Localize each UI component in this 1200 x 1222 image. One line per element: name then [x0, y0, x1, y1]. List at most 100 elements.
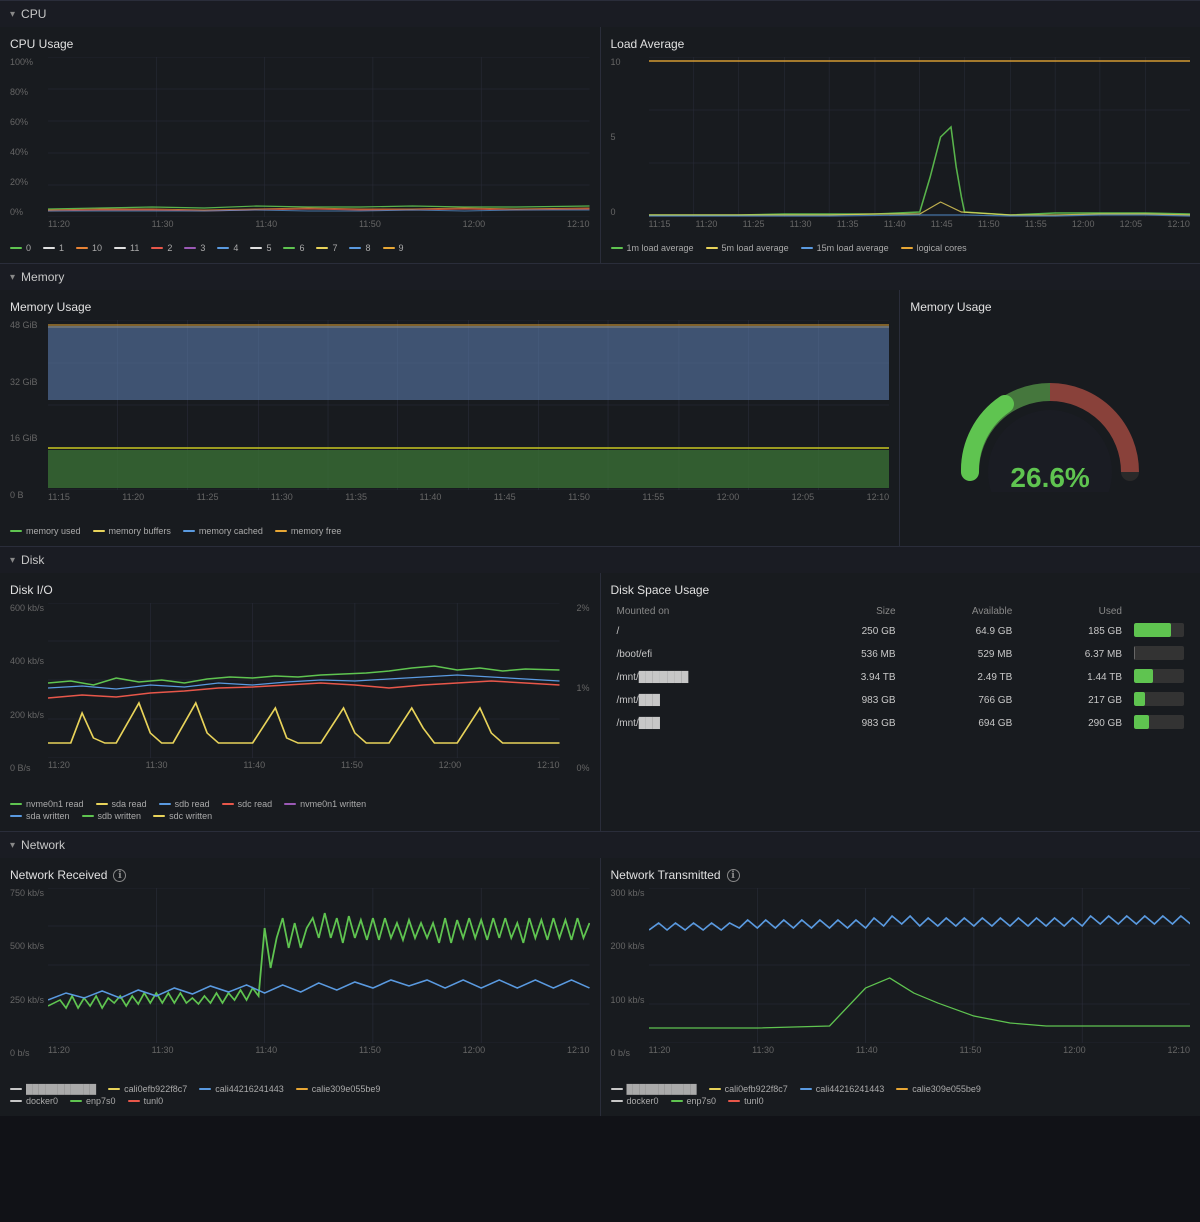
- legend-nr-calie: calie309e055be9: [296, 1084, 381, 1094]
- cpu-section-title: CPU: [21, 7, 46, 21]
- memory-usage-chart-title: Memory Usage: [10, 300, 889, 314]
- memory-chevron-icon: ▾: [10, 272, 15, 283]
- net-tx-svg-wrapper: [649, 888, 1191, 1043]
- network-panel-grid: Network Received ℹ 750 kb/s 500 kb/s 250…: [0, 858, 1200, 1116]
- legend-item-7: 7: [316, 243, 337, 253]
- disk-section-header[interactable]: ▾ Disk: [0, 546, 1200, 573]
- legend-color-7: [316, 247, 328, 249]
- disk-io-panel: Disk I/O 600 kb/s 400 kb/s 200 kb/s 0 B/…: [0, 573, 600, 831]
- net-tx-x-labels: 11:20 11:30 11:40 11:50 12:00 12:10: [611, 1045, 1191, 1055]
- legend-tx-calie: calie309e055be9: [896, 1084, 981, 1094]
- cpu-section-header[interactable]: ▾ CPU: [0, 0, 1200, 27]
- disk-io-legend1: nvme0n1 read sda read sdb read sdc read …: [10, 799, 590, 809]
- cpu-usage-x-labels: 11:20 11:30 11:40 11:50 12:00 12:10: [10, 219, 590, 229]
- disk-io-title: Disk I/O: [10, 583, 590, 597]
- legend-color-15m: [801, 247, 813, 249]
- cpu-chevron-icon: ▾: [10, 9, 15, 20]
- disk-io-svg: [48, 603, 560, 758]
- net-received-y-labels: 750 kb/s 500 kb/s 250 kb/s 0 b/s: [10, 888, 48, 1058]
- memory-x-labels: 11:15 11:20 11:25 11:30 11:35 11:40 11:4…: [10, 492, 889, 502]
- legend-sda-read: sda read: [96, 799, 147, 809]
- gauge-value: 26.6%: [1010, 462, 1089, 494]
- legend-nr-tunl: tunl0: [128, 1096, 164, 1106]
- memory-gauge-title: Memory Usage: [910, 300, 1190, 314]
- gauge-container: 26.6%: [950, 320, 1150, 536]
- net-tx-chart: 300 kb/s 200 kb/s 100 kb/s 0 b/s: [611, 888, 1191, 1078]
- memory-svg-wrapper: [48, 320, 889, 490]
- legend-color-3: [184, 247, 196, 249]
- net-received-legend-row2: docker0 enp7s0 tunl0: [10, 1096, 590, 1106]
- legend-color-2: [151, 247, 163, 249]
- legend-sda-written: sda written: [10, 811, 70, 821]
- memory-legend: memory used memory buffers memory cached…: [10, 526, 889, 536]
- cpu-panel-grid: CPU Usage 100% 80% 60% 40% 20% 0%: [0, 27, 1200, 263]
- disk-io-y2-labels: 2% 1% 0%: [560, 603, 590, 773]
- cpu-usage-panel: CPU Usage 100% 80% 60% 40% 20% 0%: [0, 27, 600, 263]
- net-received-legend-row1: ███████████ cali0efb922f8c7 cali44216241…: [10, 1084, 590, 1094]
- disk-space-panel: Disk Space Usage Mounted on Size Availab…: [601, 573, 1200, 831]
- cpu-usage-title: CPU Usage: [10, 37, 590, 51]
- memory-y-labels: 48 GiB 32 GiB 16 GiB 0 B: [10, 320, 48, 500]
- legend-item-10: 10: [76, 243, 102, 253]
- cpu-usage-chart: 100% 80% 60% 40% 20% 0%: [10, 57, 590, 237]
- legend-sdb-read: sdb read: [159, 799, 210, 809]
- memory-usage-chart: 48 GiB 32 GiB 16 GiB 0 B: [10, 320, 889, 520]
- legend-tx-cali4: cali44216241443: [800, 1084, 885, 1094]
- legend-color-1m: [611, 247, 623, 249]
- legend-color-mem-buffers: [93, 530, 105, 532]
- network-section-header[interactable]: ▾ Network: [0, 831, 1200, 858]
- disk-io-chart: 600 kb/s 400 kb/s 200 kb/s 0 B/s 2% 1% 0…: [10, 603, 590, 793]
- memory-gauge-panel: Memory Usage 26.6%: [900, 290, 1200, 546]
- net-received-svg: [48, 888, 590, 1043]
- col-size: Size: [797, 603, 901, 620]
- legend-sdc-read: sdc read: [222, 799, 273, 809]
- legend-15m: 15m load average: [801, 243, 889, 253]
- legend-mem-buffers: memory buffers: [93, 526, 171, 536]
- legend-mem-cached: memory cached: [183, 526, 263, 536]
- legend-color-0: [10, 247, 22, 249]
- legend-nr-enp: enp7s0: [70, 1096, 116, 1106]
- legend-color-logical: [901, 247, 913, 249]
- cpu-usage-svg: [48, 57, 590, 217]
- load-average-title: Load Average: [611, 37, 1191, 51]
- cpu-usage-y-labels: 100% 80% 60% 40% 20% 0%: [10, 57, 48, 217]
- legend-item-5: 5: [250, 243, 271, 253]
- load-average-chart: 10 5 0: [611, 57, 1191, 237]
- network-section: ▾ Network Network Received ℹ 750 kb/s 50…: [0, 831, 1200, 1116]
- memory-svg: [48, 320, 889, 490]
- legend-color-9: [383, 247, 395, 249]
- legend-item-9: 9: [383, 243, 404, 253]
- legend-nvme-written: nvme0n1 written: [284, 799, 366, 809]
- legend-item-3: 3: [184, 243, 205, 253]
- disk-io-x-labels: 11:20 11:30 11:40 11:50 12:00 12:10: [10, 760, 590, 770]
- memory-section-header[interactable]: ▾ Memory: [0, 263, 1200, 290]
- network-transmitted-title: Network Transmitted ℹ: [611, 868, 1191, 882]
- legend-color-mem-cached: [183, 530, 195, 532]
- legend-item-0: 0: [10, 243, 31, 253]
- legend-nr-cali4: cali44216241443: [199, 1084, 284, 1094]
- network-transmitted-panel: Network Transmitted ℹ 300 kb/s 200 kb/s …: [601, 858, 1200, 1116]
- legend-sdc-written: sdc written: [153, 811, 212, 821]
- load-average-svg: [649, 57, 1191, 217]
- memory-usage-chart-panel: Memory Usage 48 GiB 32 GiB 16 GiB 0 B: [0, 290, 899, 546]
- col-used: Used: [1018, 603, 1128, 620]
- legend-color-11: [114, 247, 126, 249]
- memory-section: ▾ Memory Memory Usage 48 GiB 32 GiB 16 G…: [0, 263, 1200, 546]
- legend-nr-docker: docker0: [10, 1096, 58, 1106]
- legend-color-6: [283, 247, 295, 249]
- net-tx-legend-row1: ███████████ cali0efb922f8c7 cali44216241…: [611, 1084, 1191, 1094]
- legend-mem-used: memory used: [10, 526, 81, 536]
- legend-color-1: [43, 247, 55, 249]
- cpu-usage-legend: 0 1 10 11 2: [10, 243, 590, 253]
- legend-color-4: [217, 247, 229, 249]
- legend-1m: 1m load average: [611, 243, 694, 253]
- network-chevron-icon: ▾: [10, 840, 15, 851]
- cpu-section: ▾ CPU CPU Usage 100% 80% 60% 40% 20% 0%: [0, 0, 1200, 263]
- load-average-svg-wrapper: [649, 57, 1191, 217]
- legend-tx-enp: enp7s0: [671, 1096, 717, 1106]
- legend-item-4: 4: [217, 243, 238, 253]
- memory-panel-grid: Memory Usage 48 GiB 32 GiB 16 GiB 0 B: [0, 290, 1200, 546]
- network-received-title: Network Received ℹ: [10, 868, 590, 882]
- load-average-panel: Load Average 10 5 0: [601, 27, 1200, 263]
- disk-space-title: Disk Space Usage: [611, 583, 1191, 597]
